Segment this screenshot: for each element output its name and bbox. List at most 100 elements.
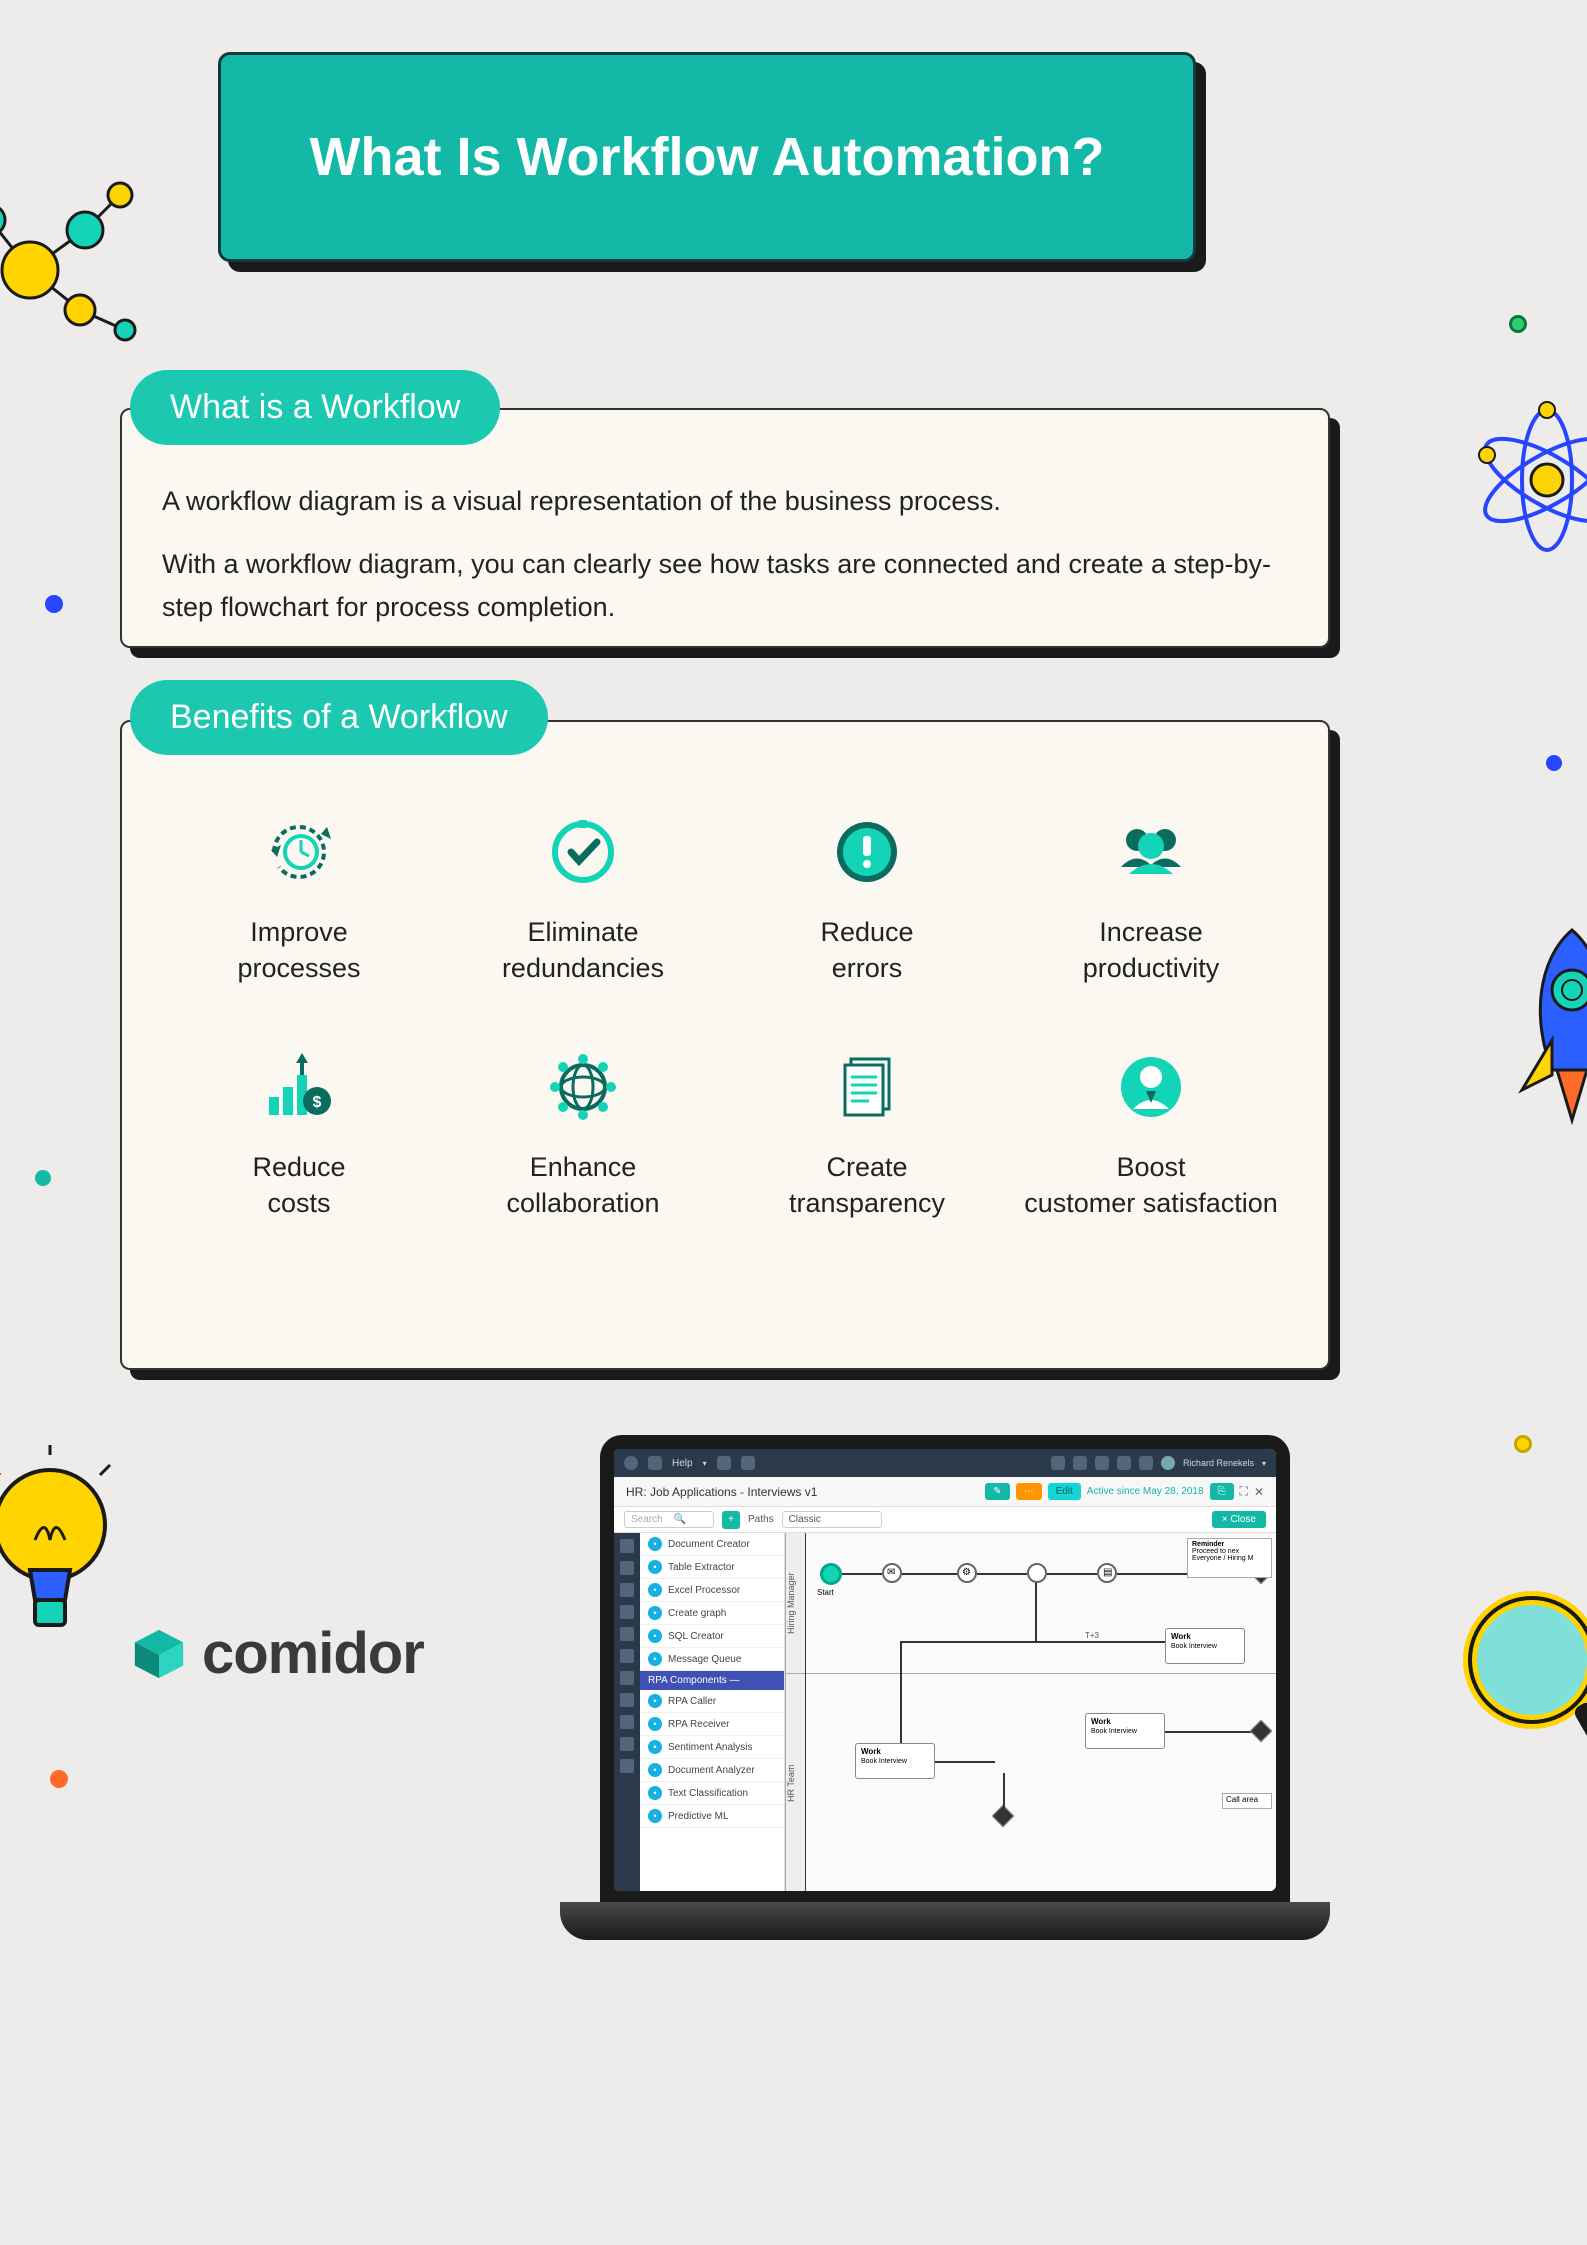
fullscreen-icon[interactable]: ⛶ [1240, 1484, 1248, 1499]
benefit-label: Improveprocesses [237, 914, 360, 987]
atom-decoration [1467, 400, 1587, 560]
task-node[interactable]: WorkBook Interview [855, 1743, 935, 1779]
chevron-down-icon: ▾ [1262, 1459, 1266, 1468]
calendar-icon[interactable] [1095, 1456, 1109, 1470]
benefit-item: Improveprocesses [172, 812, 426, 987]
sidebar-icon[interactable] [620, 1671, 634, 1685]
sidebar-icon[interactable] [620, 1649, 634, 1663]
app-screen: Help ▾ Richard Renekels ▾ HR: Job Applic… [614, 1449, 1276, 1891]
section1-paragraph: A workflow diagram is a visual represent… [162, 480, 1288, 523]
panel-item[interactable]: •Predictive ML [640, 1805, 784, 1828]
deco-dot [1546, 755, 1562, 771]
section-benefits: ImproveprocessesEliminateredundanciesRed… [120, 720, 1330, 1370]
sidebar-icon[interactable] [620, 1561, 634, 1575]
start-label: Start [817, 1588, 834, 1597]
benefit-label: Boostcustomer satisfaction [1024, 1149, 1278, 1222]
task-node[interactable]: WorkBook Interview [1165, 1628, 1245, 1664]
benefit-item: Boostcustomer satisfaction [1024, 1047, 1278, 1222]
deco-dot [45, 595, 63, 613]
section1-paragraph: With a workflow diagram, you can clearly… [162, 543, 1288, 629]
reminder-note: Reminder Proceed to nex Everyone / Hirin… [1187, 1538, 1272, 1578]
gateway-node[interactable] [1250, 1720, 1273, 1743]
sidebar-icon[interactable] [620, 1693, 634, 1707]
task-node[interactable]: WorkBook Interview [1085, 1713, 1165, 1749]
mail-node[interactable]: ✉ [882, 1563, 902, 1583]
sidebar-icon[interactable] [620, 1759, 634, 1773]
start-node[interactable] [820, 1563, 842, 1585]
panel-item[interactable]: •Sentiment Analysis [640, 1736, 784, 1759]
sidebar-icon[interactable] [620, 1605, 634, 1619]
doc-node[interactable]: ▤ [1097, 1563, 1117, 1583]
title-banner: What Is Workflow Automation? [218, 52, 1196, 262]
left-sidebar [614, 1533, 640, 1891]
panel-item[interactable]: •Excel Processor [640, 1579, 784, 1602]
menu-icon[interactable] [648, 1456, 662, 1470]
deco-dot [1514, 1435, 1532, 1453]
benefit-label: Createtransparency [789, 1149, 945, 1222]
paths-select[interactable]: Classic [782, 1511, 882, 1528]
document-icon [827, 1047, 907, 1127]
panel-item[interactable]: •Document Analyzer [640, 1759, 784, 1782]
comidor-cube-icon [130, 1625, 188, 1683]
rocket-decoration [1497, 920, 1587, 1130]
users-icon [1111, 812, 1191, 892]
search-icon[interactable] [741, 1456, 755, 1470]
sidebar-icon[interactable] [620, 1737, 634, 1751]
action-button[interactable]: ⋯ [1016, 1483, 1042, 1500]
close-icon[interactable]: ✕ [1254, 1485, 1264, 1499]
globe-network-icon [543, 1047, 623, 1127]
workflow-canvas[interactable]: Hiring Manager HR Team Start ✉ ⚙ ▤ [785, 1533, 1276, 1891]
avatar[interactable] [1161, 1456, 1175, 1470]
deco-dot [35, 1170, 51, 1186]
panel-item[interactable]: •RPA Receiver [640, 1713, 784, 1736]
components-panel: •Document Creator•Table Extractor•Excel … [640, 1533, 785, 1891]
benefit-item: $Reducecosts [172, 1047, 426, 1222]
panel-item[interactable]: •SQL Creator [640, 1625, 784, 1648]
time-label: T+3 [1085, 1631, 1099, 1640]
task-icon[interactable] [1117, 1456, 1131, 1470]
sidebar-icon[interactable] [620, 1715, 634, 1729]
gear-icon[interactable] [1139, 1456, 1153, 1470]
benefit-item: Createtransparency [740, 1047, 994, 1222]
sidebar-icon[interactable] [620, 1539, 634, 1553]
molecule-decoration [0, 180, 170, 360]
help-menu[interactable]: Help [672, 1458, 693, 1469]
bell-icon[interactable] [1051, 1456, 1065, 1470]
panel-header[interactable]: RPA Components — [640, 1671, 784, 1690]
username[interactable]: Richard Renekels [1183, 1458, 1254, 1468]
close-button[interactable]: × Close [1212, 1511, 1266, 1528]
panel-item[interactable]: •Text Classification [640, 1782, 784, 1805]
edit-label-button[interactable]: Edit [1048, 1483, 1081, 1500]
panel-item[interactable]: •Document Creator [640, 1533, 784, 1556]
search-input[interactable]: Search 🔍 [624, 1511, 714, 1528]
edit-button[interactable]: ✎ [985, 1483, 1009, 1500]
deco-dot [50, 1770, 68, 1788]
panel-item[interactable]: •RPA Caller [640, 1690, 784, 1713]
benefit-item: Reduceerrors [740, 812, 994, 987]
app-logo-icon [624, 1456, 638, 1470]
copy-button[interactable]: ⎘ [1210, 1483, 1234, 1500]
sidebar-icon[interactable] [620, 1627, 634, 1641]
lane-label: HR Team [785, 1673, 805, 1891]
gear-node[interactable]: ⚙ [957, 1563, 977, 1583]
laptop-mockup: Help ▾ Richard Renekels ▾ HR: Job Applic… [560, 1435, 1330, 1940]
panel-item[interactable]: •Message Queue [640, 1648, 784, 1671]
mail-icon[interactable] [1073, 1456, 1087, 1470]
panel-item[interactable]: •Create graph [640, 1602, 784, 1625]
call-area-label: Call area [1222, 1793, 1272, 1809]
panel-item[interactable]: •Table Extractor [640, 1556, 784, 1579]
expand-icon[interactable] [717, 1456, 731, 1470]
process-node[interactable] [1027, 1563, 1047, 1583]
magnifier-decoration [1452, 1580, 1587, 1810]
lightbulb-decoration [0, 1445, 130, 1645]
add-button[interactable]: + [722, 1511, 740, 1529]
paths-label: Paths [748, 1514, 774, 1525]
benefit-label: Reduceerrors [820, 914, 913, 987]
lane-label: Hiring Manager [785, 1533, 805, 1673]
benefit-item: Enhancecollaboration [456, 1047, 710, 1222]
section2-pill: Benefits of a Workflow [130, 680, 548, 755]
sidebar-icon[interactable] [620, 1583, 634, 1597]
clock-cycle-icon [259, 812, 339, 892]
deco-dot [1509, 315, 1527, 333]
logo-text: comidor [202, 1620, 424, 1687]
